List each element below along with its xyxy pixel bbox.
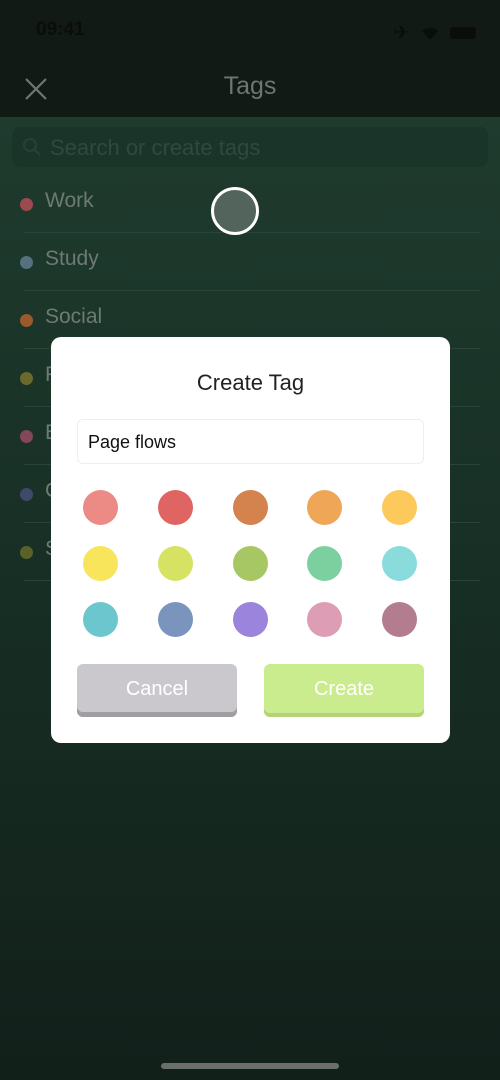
nav-bar: Tags [0,60,500,117]
color-swatch[interactable] [382,490,417,525]
color-swatch[interactable] [83,546,118,581]
color-swatch[interactable] [157,546,193,581]
color-swatch[interactable] [157,490,193,525]
home-indicator[interactable] [161,1063,339,1069]
battery-icon [450,26,476,39]
tag-label: Work [45,189,94,212]
tag-color-dot [20,198,33,211]
tag-list-item[interactable]: Study [0,233,500,291]
wifi-icon [422,27,438,40]
tag-color-dot [20,546,33,559]
tag-color-dot [20,372,33,385]
color-picker [83,490,417,637]
color-swatch[interactable] [382,546,417,581]
tag-color-dot [20,488,33,501]
status-time: 09:41 [36,19,85,40]
color-swatch[interactable] [232,490,268,525]
search-icon [23,138,41,156]
color-swatch[interactable] [307,546,343,581]
color-swatch[interactable] [157,602,193,637]
color-swatch[interactable] [307,490,343,525]
color-swatch[interactable] [307,602,343,637]
color-swatch[interactable] [83,602,118,637]
touch-indicator [211,187,259,235]
tag-name-input[interactable]: Page flows [77,419,424,464]
tag-color-dot [20,314,33,327]
color-swatch[interactable] [382,602,417,637]
search-placeholder: Search or create tags [50,135,261,160]
color-swatch[interactable] [83,490,118,525]
page-title: Tags [223,72,277,100]
create-tag-dialog: Create Tag Page flows Cancel Create [51,337,450,743]
tag-label: Social [45,305,103,328]
color-swatch[interactable] [232,546,268,581]
airplane-icon: ✈ [393,22,410,44]
tag-color-dot [20,256,33,269]
cancel-button[interactable]: Cancel [77,664,237,717]
search-input[interactable]: Search or create tags [12,127,488,167]
dialog-title: Create Tag [196,370,305,395]
status-bar: 09:41 ✈ [0,0,500,60]
tag-color-dot [20,430,33,443]
create-button[interactable]: Create [264,664,424,717]
color-swatch[interactable] [232,602,268,637]
tag-label: Study [45,247,99,270]
